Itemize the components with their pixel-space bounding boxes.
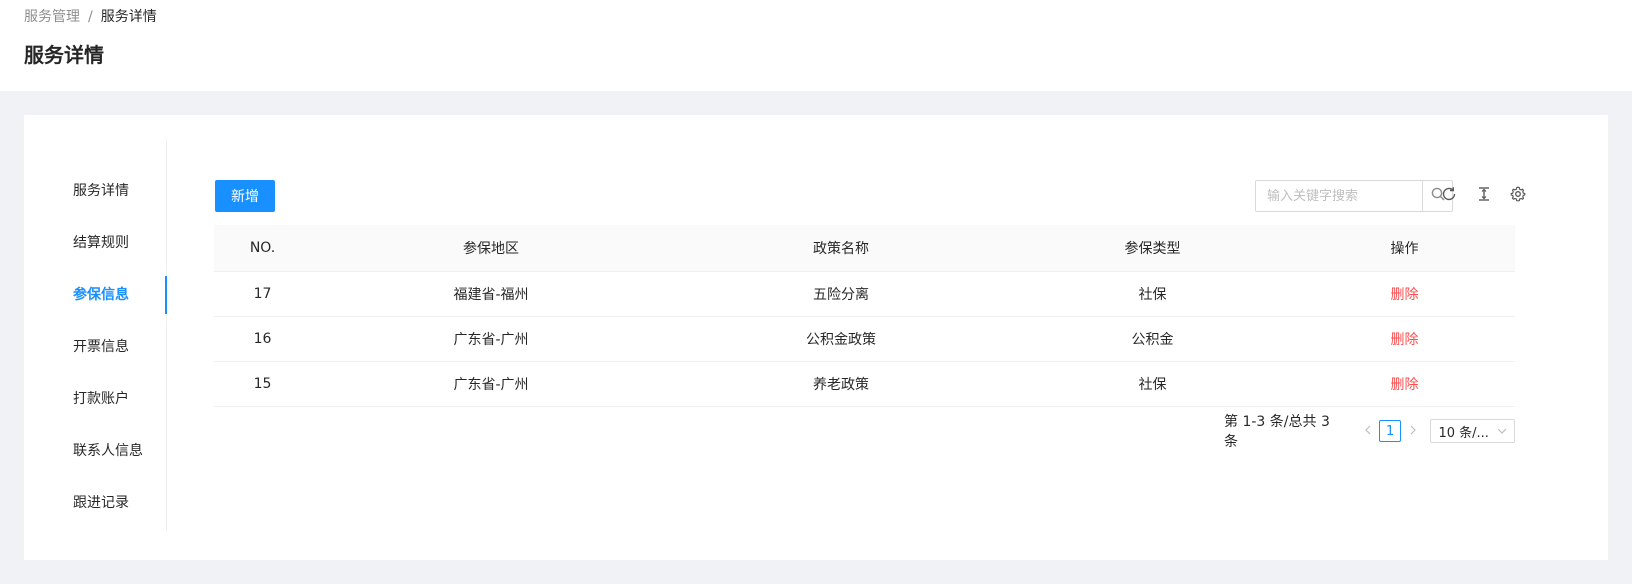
page-title: 服务详情	[24, 43, 104, 67]
breadcrumb: 服务管理 / 服务详情	[24, 7, 157, 27]
pagination: 第 1-3 条/总共 3 条 1 10 条/...	[1224, 414, 1515, 450]
cell-type: 社保	[1011, 271, 1294, 317]
content-card: 服务详情 结算规则 参保信息 开票信息 打款账户 联系人信息 跟进记录 新增 输…	[24, 115, 1608, 560]
page-number-current[interactable]: 1	[1379, 420, 1401, 442]
insurance-table: NO. 参保地区 政策名称 参保类型 操作 17 福建省-福州 五险分离 社保 …	[214, 225, 1515, 407]
column-header-type: 参保类型	[1011, 225, 1294, 272]
cell-policy: 五险分离	[671, 271, 1011, 317]
table-row: 16 广东省-广州 公积金政策 公积金 删除	[214, 316, 1515, 362]
menu-item-insurance-info[interactable]: 参保信息	[24, 276, 167, 314]
breadcrumb-parent[interactable]: 服务管理	[24, 9, 80, 25]
cell-region: 广东省-广州	[311, 316, 671, 362]
add-button[interactable]: 新增	[215, 180, 275, 212]
table-header-row: NO. 参保地区 政策名称 参保类型 操作	[214, 225, 1515, 272]
prev-page-button[interactable]	[1358, 419, 1378, 443]
column-header-no: NO.	[214, 225, 311, 272]
cell-no: 15	[214, 361, 311, 407]
settings-button[interactable]	[1508, 186, 1528, 206]
density-button[interactable]	[1474, 186, 1494, 206]
menu-item-invoice-info[interactable]: 开票信息	[24, 328, 167, 366]
next-page-button[interactable]	[1403, 419, 1423, 443]
breadcrumb-separator: /	[88, 9, 93, 25]
cell-action: 删除	[1294, 271, 1515, 317]
delete-link[interactable]: 删除	[1391, 377, 1419, 393]
delete-link[interactable]: 删除	[1391, 332, 1419, 348]
chevron-down-icon	[1497, 424, 1507, 439]
breadcrumb-current: 服务详情	[100, 9, 157, 25]
column-header-region: 参保地区	[311, 225, 671, 272]
reload-button[interactable]	[1439, 186, 1459, 206]
page-size-value: 10 条/...	[1438, 425, 1489, 441]
pagination-total: 第 1-3 条/总共 3 条	[1224, 414, 1330, 450]
menu-item-settlement-rules[interactable]: 结算规则	[24, 224, 167, 262]
column-header-action: 操作	[1294, 225, 1515, 272]
cell-action: 删除	[1294, 361, 1515, 407]
menu-item-follow-up-records[interactable]: 跟进记录	[24, 484, 167, 522]
chevron-left-icon	[1364, 423, 1372, 439]
search-box	[1255, 180, 1453, 212]
cell-type: 社保	[1011, 361, 1294, 407]
page-header: 服务管理 / 服务详情 服务详情	[0, 0, 1632, 91]
table-row: 15 广东省-广州 养老政策 社保 删除	[214, 361, 1515, 407]
cell-policy: 公积金政策	[671, 316, 1011, 362]
cell-no: 16	[214, 316, 311, 362]
cell-region: 广东省-广州	[311, 361, 671, 407]
cell-type: 公积金	[1011, 316, 1294, 362]
table-row: 17 福建省-福州 五险分离 社保 删除	[214, 271, 1515, 317]
side-menu: 服务详情 结算规则 参保信息 开票信息 打款账户 联系人信息 跟进记录	[24, 139, 167, 531]
chevron-right-icon	[1409, 423, 1417, 439]
delete-link[interactable]: 删除	[1391, 287, 1419, 303]
cell-action: 删除	[1294, 316, 1515, 362]
menu-item-service-detail[interactable]: 服务详情	[24, 172, 167, 210]
reload-icon	[1441, 186, 1457, 206]
menu-item-contact-info[interactable]: 联系人信息	[24, 432, 167, 470]
column-height-icon	[1476, 186, 1492, 206]
cell-policy: 养老政策	[671, 361, 1011, 407]
column-header-policy: 政策名称	[671, 225, 1011, 272]
menu-item-payment-account[interactable]: 打款账户	[24, 380, 167, 418]
cell-region: 福建省-福州	[311, 271, 671, 317]
page-size-select[interactable]: 10 条/...	[1430, 419, 1515, 443]
search-input[interactable]	[1256, 181, 1422, 211]
cell-no: 17	[214, 271, 311, 317]
setting-icon	[1510, 186, 1526, 206]
